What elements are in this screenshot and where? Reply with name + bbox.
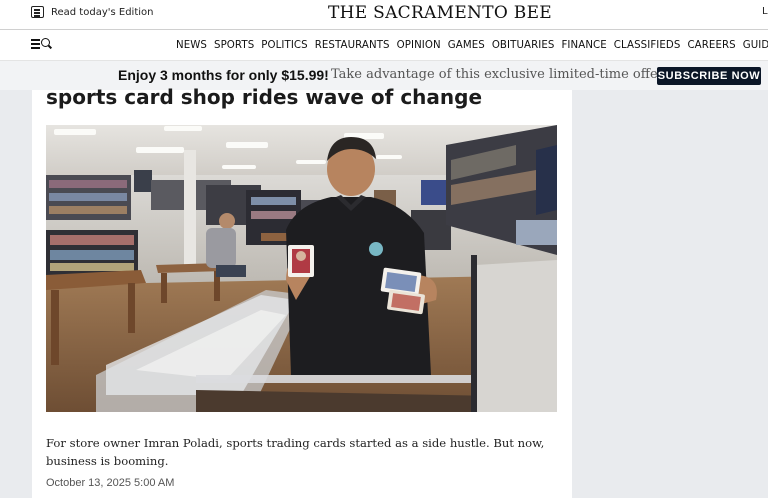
top-bar: Read today's Edition THE SACRAMENTO BEE … (0, 0, 768, 29)
article-headline[interactable]: sports card shop rides wave of change (46, 85, 482, 109)
nav-guides[interactable]: GUIDES (743, 40, 768, 51)
nav-classifieds[interactable]: CLASSIFIEDS (614, 40, 681, 51)
nav-restaurants[interactable]: RESTAURANTS (315, 40, 390, 51)
search-icon (41, 38, 50, 47)
nav-news[interactable]: NEWS (176, 40, 207, 51)
nav-games[interactable]: GAMES (448, 40, 485, 51)
promo-headline: Enjoy 3 months for only $15.99! (118, 67, 329, 83)
right-rail (585, 90, 768, 498)
article-photo[interactable] (46, 125, 557, 412)
photo-caption: For store owner Imran Poladi, sports tra… (46, 436, 545, 468)
site-logo[interactable]: THE SACRAMENTO BEE (0, 3, 768, 23)
nav-finance[interactable]: FINANCE (561, 40, 606, 51)
subscribe-button[interactable]: SUBSCRIBE NOW (657, 67, 761, 85)
nav-politics[interactable]: POLITICS (261, 40, 307, 51)
card-shop-photo (46, 125, 557, 412)
main-nav: NEWS SPORTS POLITICS RESTAURANTS OPINION… (0, 29, 768, 61)
nav-careers[interactable]: CAREERS (687, 40, 735, 51)
nav-opinion[interactable]: OPINION (397, 40, 441, 51)
nav-sports[interactable]: SPORTS (214, 40, 254, 51)
section-links: NEWS SPORTS POLITICS RESTAURANTS OPINION… (176, 40, 768, 51)
login-link[interactable]: L (762, 6, 768, 17)
nav-obituaries[interactable]: OBITUARIES (492, 40, 555, 51)
publish-date: October 13, 2025 5:00 AM (46, 477, 175, 489)
menu-search-button[interactable] (31, 38, 53, 52)
promo-text: Take advantage of this exclusive limited… (331, 67, 667, 82)
menu-icon (31, 39, 40, 49)
